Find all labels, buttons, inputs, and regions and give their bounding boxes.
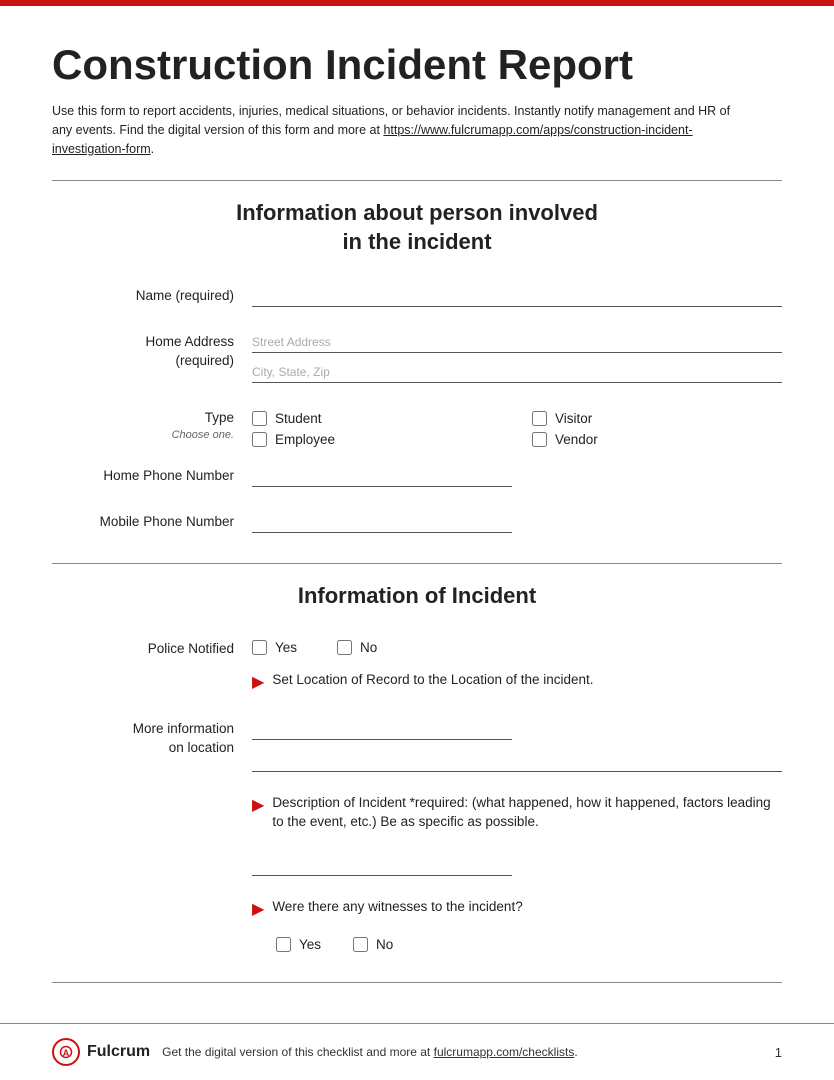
witness-yes[interactable]: Yes [276, 937, 321, 952]
home-phone-row: Home Phone Number [52, 465, 782, 495]
address-row: Home Address(required) [52, 331, 782, 391]
home-phone-label: Home Phone Number [52, 465, 252, 486]
police-no[interactable]: No [337, 640, 377, 655]
location-input-2[interactable] [252, 750, 782, 772]
footer: A Fulcrum Get the digital version of thi… [0, 1023, 834, 1080]
witnesses-row: ▶ Were there any witnesses to the incide… [52, 898, 782, 952]
location-arrow-row: ▶ Set Location of Record to the Location… [52, 671, 782, 704]
police-row: Police Notified Yes No [52, 638, 782, 659]
police-label: Police Notified [52, 638, 252, 659]
set-location-arrow: ▶ Set Location of Record to the Location… [252, 671, 782, 692]
type-employee[interactable]: Employee [252, 432, 502, 447]
divider-2 [52, 563, 782, 564]
arrow-icon-2: ▶ [252, 795, 264, 815]
mobile-phone-input[interactable] [252, 511, 512, 533]
name-row: Name (required) [52, 285, 782, 315]
street-input[interactable] [252, 331, 782, 353]
location-info-row: More informationon location [52, 718, 782, 780]
checkbox-employee[interactable] [252, 432, 267, 447]
section-incident: Information of Incident Police Notified … [52, 582, 782, 952]
checkbox-visitor[interactable] [532, 411, 547, 426]
type-checkbox-grid: Student Visitor Employee Vendor [252, 411, 782, 447]
page-title: Construction Incident Report [52, 42, 782, 88]
address-label: Home Address(required) [52, 331, 252, 371]
section1-title: Information about person involvedin the … [52, 199, 782, 256]
description-input[interactable] [252, 854, 512, 876]
section2-title: Information of Incident [52, 582, 782, 611]
divider-3 [52, 982, 782, 983]
home-phone-input[interactable] [252, 465, 512, 487]
location-input-1[interactable] [252, 718, 512, 740]
footer-link[interactable]: fulcrumapp.com/checklists [434, 1045, 575, 1059]
witnesses-arrow: ▶ Were there any witnesses to the incide… [252, 898, 782, 919]
checkbox-student[interactable] [252, 411, 267, 426]
fulcrum-logo: A Fulcrum [52, 1038, 150, 1066]
police-yes[interactable]: Yes [252, 640, 297, 655]
page-number: 1 [775, 1045, 782, 1060]
type-student[interactable]: Student [252, 411, 502, 426]
type-label: TypeChoose one. [52, 407, 252, 443]
arrow-icon-1: ▶ [252, 672, 264, 692]
name-label: Name (required) [52, 285, 252, 306]
checkbox-vendor[interactable] [532, 432, 547, 447]
mobile-phone-row: Mobile Phone Number [52, 511, 782, 541]
arrow-icon-3: ▶ [252, 899, 264, 919]
type-row: TypeChoose one. Student Visitor Employee [52, 407, 782, 447]
type-visitor[interactable]: Visitor [532, 411, 782, 426]
mobile-phone-label: Mobile Phone Number [52, 511, 252, 532]
witness-no[interactable]: No [353, 937, 393, 952]
footer-text: Get the digital version of this checklis… [162, 1045, 578, 1059]
checkbox-police-no[interactable] [337, 640, 352, 655]
description-arrow-row: ▶ Description of Incident *required: (wh… [52, 794, 782, 884]
name-input[interactable] [252, 285, 782, 307]
fulcrum-icon: A [52, 1038, 80, 1066]
checkbox-witness-yes[interactable] [276, 937, 291, 952]
section-person: Information about person involvedin the … [52, 199, 782, 540]
checkbox-witness-no[interactable] [353, 937, 368, 952]
city-input[interactable] [252, 361, 782, 383]
svg-text:A: A [63, 1048, 70, 1058]
description-arrow: ▶ Description of Incident *required: (wh… [252, 794, 782, 832]
checkbox-police-yes[interactable] [252, 640, 267, 655]
description-text: Use this form to report accidents, injur… [52, 102, 732, 158]
brand-name: Fulcrum [87, 1043, 150, 1061]
location-info-label: More informationon location [52, 718, 252, 758]
type-vendor[interactable]: Vendor [532, 432, 782, 447]
divider-1 [52, 180, 782, 181]
